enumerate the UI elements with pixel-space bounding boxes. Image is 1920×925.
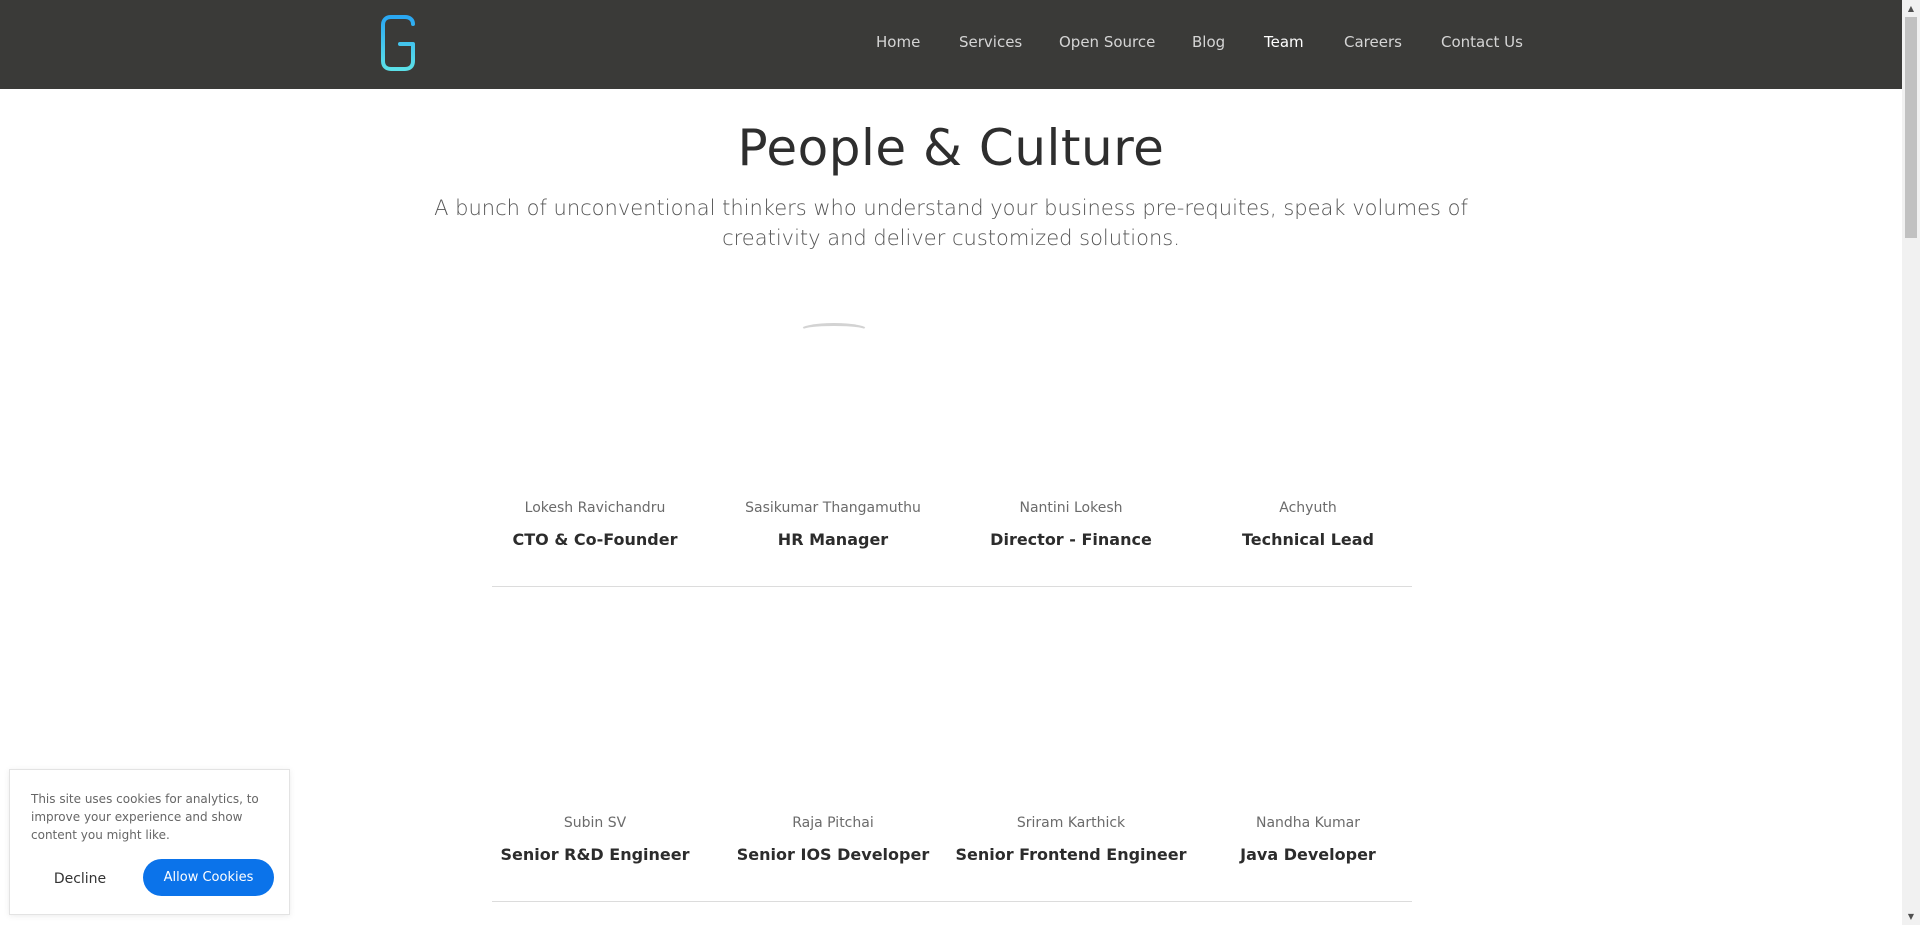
member-name: Sriram Karthick	[1016, 815, 1126, 831]
member-photo	[952, 330, 1190, 500]
member-photo	[714, 330, 952, 500]
member-role: Senior Frontend Engineer	[955, 845, 1187, 864]
scroll-up-arrow-icon[interactable]: ▲	[1902, 0, 1920, 17]
page-subtitle: A bunch of unconventional thinkers who u…	[434, 196, 1468, 250]
nav-team[interactable]: Team	[1264, 33, 1304, 51]
nav-services[interactable]: Services	[959, 33, 1022, 51]
member-name: Sasikumar Thangamuthu	[745, 500, 921, 516]
nav-open-source[interactable]: Open Source	[1059, 33, 1155, 51]
member-role: Technical Lead	[1241, 530, 1375, 549]
member-role: Senior R&D Engineer	[500, 845, 690, 864]
member-name: Nantini Lokesh	[1019, 500, 1123, 516]
navbar: Home Services Open Source Blog Team Care…	[0, 0, 1902, 89]
main-nav: Home Services Open Source Blog Team Care…	[0, 0, 1902, 89]
member-name: Achyuth	[1279, 500, 1337, 516]
member-role: Java Developer	[1240, 845, 1376, 864]
nav-careers[interactable]: Careers	[1344, 33, 1402, 51]
team-member-card: Achyuth Technical Lead	[1189, 330, 1427, 549]
row-divider	[492, 901, 1412, 902]
page: Home Services Open Source Blog Team Care…	[0, 0, 1902, 925]
cookie-allow-button[interactable]: Allow Cookies	[143, 859, 274, 896]
cookie-banner: This site uses cookies for analytics, to…	[9, 769, 290, 915]
team-member-card: Sasikumar Thangamuthu HR Manager	[714, 330, 952, 549]
nav-contact-us[interactable]: Contact Us	[1441, 33, 1523, 51]
cookie-decline-button[interactable]: Decline	[32, 861, 128, 896]
member-photo	[476, 330, 714, 500]
member-name: Nandha Kumar	[1255, 815, 1361, 831]
team-member-card: Sriram Karthick Senior Frontend Engineer	[952, 645, 1190, 864]
member-photo	[1189, 330, 1427, 500]
team-member-card: Raja Pitchai Senior IOS Developer	[714, 645, 952, 864]
row-divider	[492, 586, 1412, 587]
scrollbar-thumb[interactable]	[1905, 17, 1917, 238]
team-member-card: Subin SV Senior R&D Engineer	[476, 645, 714, 864]
member-role: CTO & Co-Founder	[512, 530, 678, 549]
member-photo	[714, 645, 952, 815]
nav-home[interactable]: Home	[876, 33, 920, 51]
team-member-card: Lokesh Ravichandru CTO & Co-Founder	[476, 330, 714, 549]
member-photo	[476, 645, 714, 815]
scroll-down-arrow-icon[interactable]: ▼	[1902, 908, 1920, 925]
member-name: Lokesh Ravichandru	[524, 500, 666, 516]
member-role: Director - Finance	[990, 530, 1152, 549]
member-role: Senior IOS Developer	[736, 845, 930, 864]
page-title: People & Culture	[737, 119, 1165, 177]
member-role: HR Manager	[777, 530, 889, 549]
cookie-message: This site uses cookies for analytics, to…	[31, 792, 259, 842]
member-name: Raja Pitchai	[792, 815, 874, 831]
team-member-card: Nantini Lokesh Director - Finance	[952, 330, 1190, 549]
team-member-card: Nandha Kumar Java Developer	[1189, 645, 1427, 864]
member-photo	[1189, 645, 1427, 815]
vertical-scrollbar[interactable]: ▲ ▼	[1902, 0, 1920, 925]
member-photo	[952, 645, 1190, 815]
member-name: Subin SV	[563, 815, 627, 831]
nav-blog[interactable]: Blog	[1192, 33, 1225, 51]
